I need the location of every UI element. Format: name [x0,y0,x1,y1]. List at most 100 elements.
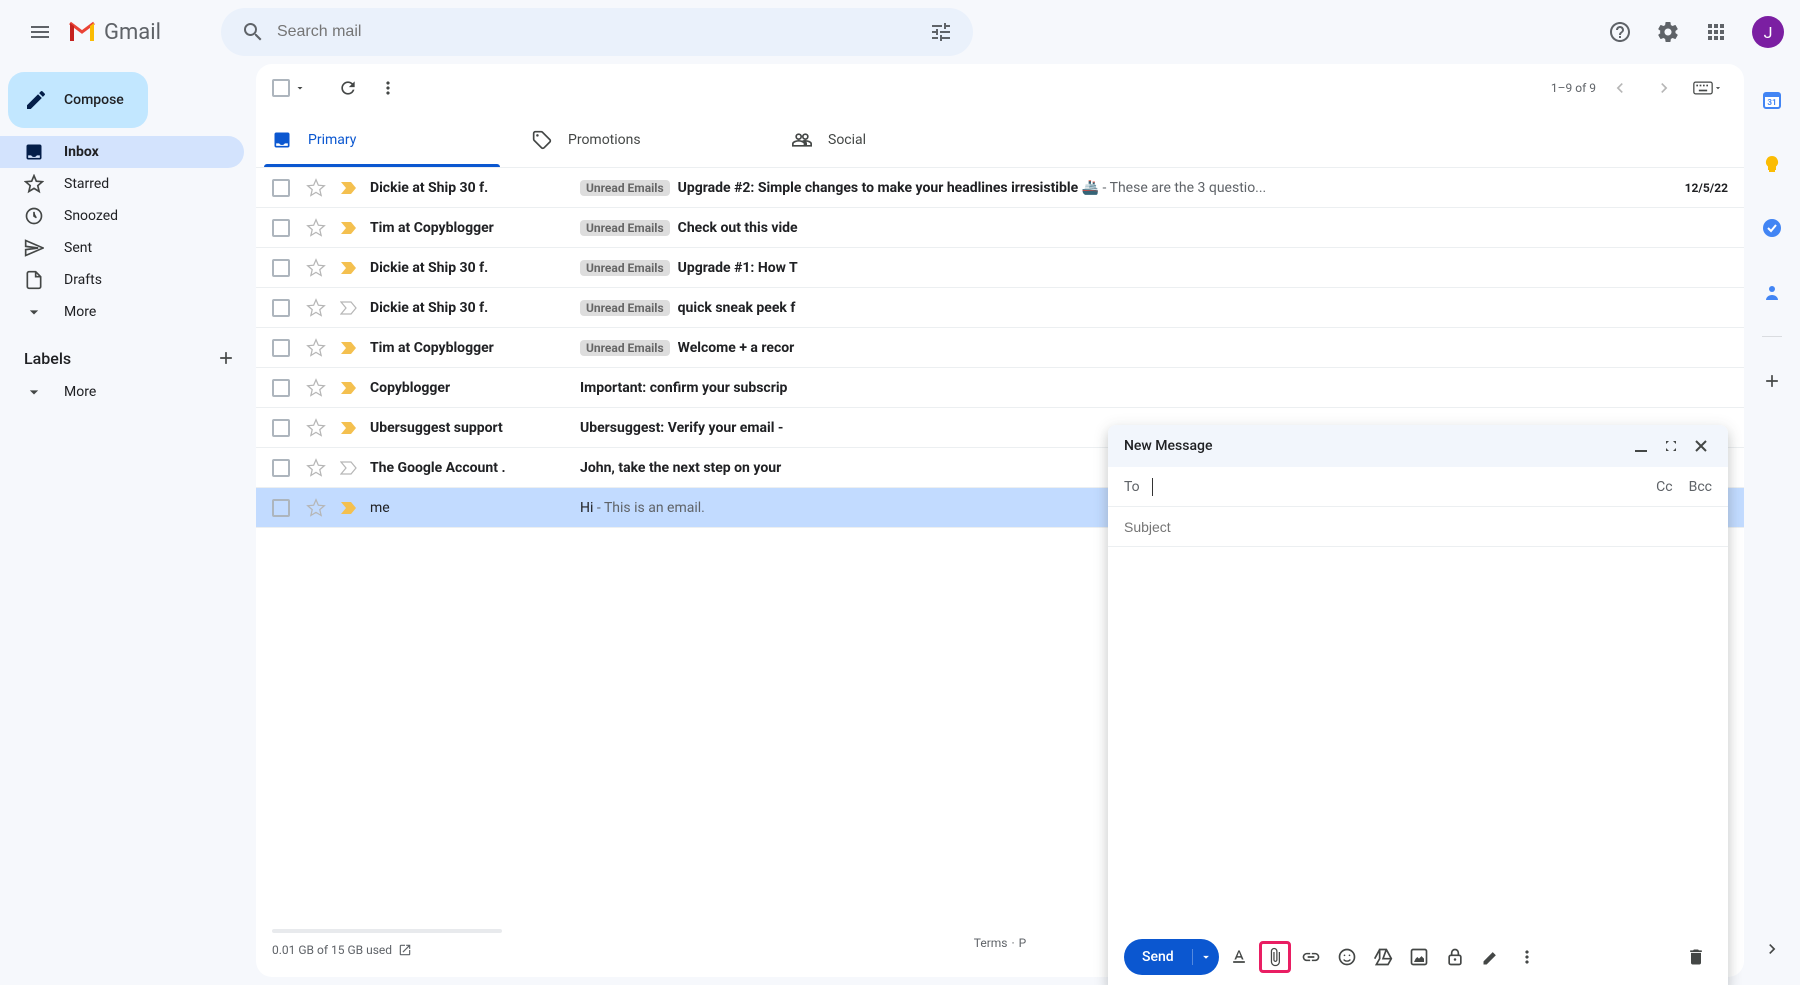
send-button[interactable]: Send [1124,939,1219,975]
email-row[interactable]: Dickie at Ship 30 f.Unread EmailsUpgrade… [256,248,1744,288]
fullscreen-button[interactable] [1660,435,1682,457]
send-options-button[interactable] [1193,950,1219,964]
subject-input[interactable] [1124,519,1712,535]
apps-button[interactable] [1696,12,1736,52]
to-field[interactable]: To Cc Bcc [1108,467,1728,507]
row-star[interactable] [306,298,326,318]
row-checkbox[interactable] [272,339,292,357]
importance-marker[interactable] [340,181,360,195]
row-checkbox[interactable] [272,299,292,317]
row-label[interactable]: Unread Emails [580,260,670,276]
search-bar[interactable] [221,8,973,56]
minimize-button[interactable] [1630,435,1652,457]
importance-marker[interactable] [340,461,360,475]
insert-drive-button[interactable] [1367,941,1399,973]
refresh-button[interactable] [328,68,368,108]
tasks-app-button[interactable] [1752,208,1792,248]
subject-field[interactable] [1108,507,1728,547]
more-vert-icon [1517,947,1537,967]
email-row[interactable]: Dickie at Ship 30 f.Unread Emailsquick s… [256,288,1744,328]
importance-marker[interactable] [340,421,360,435]
hide-side-panel-button[interactable] [1752,929,1792,969]
next-page-button[interactable] [1644,68,1684,108]
row-checkbox[interactable] [272,499,292,517]
nav-drafts[interactable]: Drafts [0,264,244,296]
bcc-button[interactable]: Bcc [1689,479,1712,495]
tab-promotions[interactable]: Promotions [516,112,776,167]
row-star[interactable] [306,178,326,198]
email-row[interactable]: Tim at CopybloggerUnread EmailsCheck out… [256,208,1744,248]
row-checkbox[interactable] [272,179,292,197]
search-input[interactable] [277,23,917,41]
get-addons-button[interactable] [1752,361,1792,401]
calendar-app-button[interactable]: 31 [1752,80,1792,120]
tag-icon [532,130,552,150]
row-star[interactable] [306,378,326,398]
footer-terms-link[interactable]: Terms [974,936,1008,950]
nav-starred[interactable]: Starred [0,168,244,200]
discard-draft-button[interactable] [1680,941,1712,973]
row-checkbox[interactable] [272,459,292,477]
insert-signature-button[interactable] [1475,941,1507,973]
tab-social[interactable]: Social [776,112,1036,167]
confidential-mode-button[interactable] [1439,941,1471,973]
input-tools-button[interactable] [1688,68,1728,108]
nav-more[interactable]: More [0,296,244,328]
row-star[interactable] [306,418,326,438]
nav-sent[interactable]: Sent [0,232,244,264]
add-label-button[interactable] [212,344,240,372]
insert-emoji-button[interactable] [1331,941,1363,973]
support-button[interactable] [1600,12,1640,52]
insert-link-button[interactable] [1295,941,1327,973]
importance-marker[interactable] [340,301,360,315]
footer-privacy-link[interactable]: P [1019,936,1027,950]
importance-marker[interactable] [340,221,360,235]
logo[interactable]: Gmail [68,20,161,45]
more-actions-button[interactable] [368,68,408,108]
insert-photo-button[interactable] [1403,941,1435,973]
importance-marker[interactable] [340,341,360,355]
formatting-button[interactable] [1223,941,1255,973]
importance-marker[interactable] [340,501,360,515]
account-avatar[interactable]: J [1752,16,1784,48]
row-label[interactable]: Unread Emails [580,340,670,356]
row-star[interactable] [306,258,326,278]
nav-snoozed[interactable]: Snoozed [0,200,244,232]
open-in-new-icon[interactable] [398,943,412,957]
email-row[interactable]: Dickie at Ship 30 f.Unread EmailsUpgrade… [256,168,1744,208]
keep-app-button[interactable] [1752,144,1792,184]
tab-primary[interactable]: Primary [256,112,516,167]
compose-body[interactable] [1108,547,1728,929]
prev-page-button[interactable] [1600,68,1640,108]
settings-button[interactable] [1648,12,1688,52]
row-star[interactable] [306,218,326,238]
compose-button[interactable]: Compose [8,72,148,128]
labels-more[interactable]: More [0,376,244,408]
row-checkbox[interactable] [272,259,292,277]
more-options-button[interactable] [1511,941,1543,973]
row-checkbox[interactable] [272,379,292,397]
close-compose-button[interactable] [1690,435,1712,457]
row-star[interactable] [306,458,326,478]
to-input[interactable] [1165,479,1640,495]
email-row[interactable]: Tim at CopybloggerUnread EmailsWelcome +… [256,328,1744,368]
row-label[interactable]: Unread Emails [580,180,670,196]
row-star[interactable] [306,498,326,518]
row-star[interactable] [306,338,326,358]
attach-file-button[interactable] [1259,941,1291,973]
importance-marker[interactable] [340,381,360,395]
email-row[interactable]: CopybloggerImportant: confirm your subsc… [256,368,1744,408]
nav-inbox[interactable]: Inbox [0,136,244,168]
main-menu-button[interactable] [16,8,64,56]
select-all[interactable] [272,79,306,97]
importance-marker[interactable] [340,261,360,275]
row-checkbox[interactable] [272,419,292,437]
search-options-button[interactable] [917,8,965,56]
row-label[interactable]: Unread Emails [580,220,670,236]
row-label[interactable]: Unread Emails [580,300,670,316]
search-icon[interactable] [229,8,277,56]
compose-header[interactable]: New Message [1108,425,1728,467]
row-checkbox[interactable] [272,219,292,237]
contacts-app-button[interactable] [1752,272,1792,312]
cc-button[interactable]: Cc [1656,479,1672,495]
